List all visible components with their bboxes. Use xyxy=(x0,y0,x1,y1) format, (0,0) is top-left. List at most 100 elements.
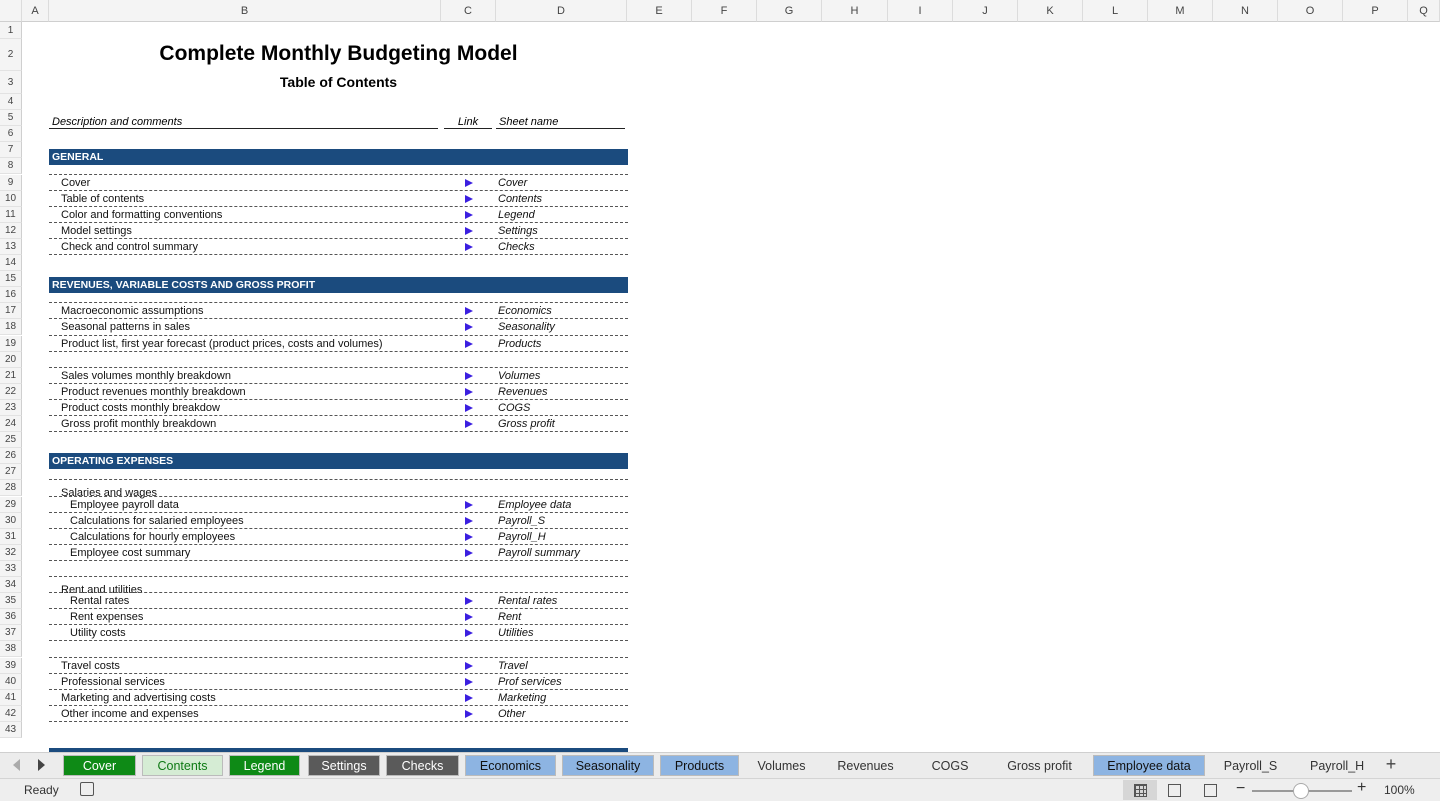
toc-item-sheet-name[interactable]: Gross profit xyxy=(498,418,555,430)
zoom-slider-handle[interactable] xyxy=(1293,783,1309,799)
toc-item-sheet-name[interactable]: Payroll_S xyxy=(498,515,545,527)
sheet-tab[interactable]: Volumes xyxy=(743,755,820,776)
page-layout-icon[interactable] xyxy=(1168,784,1181,797)
row-header[interactable]: 40 xyxy=(0,673,22,690)
column-header[interactable]: P xyxy=(1343,0,1408,22)
column-header[interactable]: G xyxy=(757,0,822,22)
link-arrow-icon[interactable] xyxy=(465,242,473,251)
link-arrow-icon[interactable] xyxy=(465,629,473,638)
toc-item-sheet-name[interactable]: Utilities xyxy=(498,627,533,639)
link-arrow-icon[interactable] xyxy=(465,194,473,203)
row-header[interactable]: 8 xyxy=(0,158,22,175)
link-arrow-icon[interactable] xyxy=(465,387,473,396)
link-arrow-icon[interactable] xyxy=(465,403,473,412)
row-header[interactable]: 10 xyxy=(0,190,22,207)
toc-item-sheet-name[interactable]: Contents xyxy=(498,193,542,205)
link-arrow-icon[interactable] xyxy=(465,226,473,235)
column-header[interactable]: Q xyxy=(1408,0,1440,22)
toc-item-sheet-name[interactable]: Products xyxy=(498,338,541,350)
zoom-in-button[interactable]: + xyxy=(1357,779,1366,797)
sheet-tab[interactable]: Products xyxy=(660,755,739,776)
toc-item-sheet-name[interactable]: Marketing xyxy=(498,692,546,704)
row-header[interactable]: 41 xyxy=(0,689,22,706)
row-header[interactable]: 3 xyxy=(0,71,22,94)
link-arrow-icon[interactable] xyxy=(465,178,473,187)
add-sheet-button[interactable]: + xyxy=(1383,754,1399,775)
row-header[interactable]: 42 xyxy=(0,705,22,722)
row-header[interactable]: 9 xyxy=(0,174,22,191)
sheet-tab[interactable]: Contents xyxy=(142,755,223,776)
column-header[interactable]: E xyxy=(627,0,692,22)
toc-item-sheet-name[interactable]: Volumes xyxy=(498,370,540,382)
link-arrow-icon[interactable] xyxy=(465,548,473,557)
row-header[interactable]: 23 xyxy=(0,399,22,416)
toc-item-sheet-name[interactable]: Legend xyxy=(498,209,535,221)
column-header[interactable]: K xyxy=(1018,0,1083,22)
link-arrow-icon[interactable] xyxy=(465,516,473,525)
row-header[interactable]: 20 xyxy=(0,351,22,368)
row-header[interactable]: 27 xyxy=(0,464,22,481)
row-header[interactable]: 24 xyxy=(0,416,22,433)
link-arrow-icon[interactable] xyxy=(465,210,473,219)
toc-item-sheet-name[interactable]: Employee data xyxy=(498,499,571,511)
sheet-tab[interactable]: Legend xyxy=(229,755,300,776)
scroll-tabs-right-icon[interactable] xyxy=(38,759,45,771)
toc-item-sheet-name[interactable]: Economics xyxy=(498,305,552,317)
sheet-tab[interactable]: COGS xyxy=(911,755,989,776)
sheet-tab[interactable]: Cover xyxy=(63,755,136,776)
sheet-tab[interactable]: Checks xyxy=(386,755,459,776)
toc-item-sheet-name[interactable]: Other xyxy=(498,708,526,720)
row-header[interactable]: 1 xyxy=(0,22,22,39)
row-header[interactable]: 13 xyxy=(0,238,22,255)
toc-item-sheet-name[interactable]: Travel xyxy=(498,660,528,672)
row-header[interactable]: 35 xyxy=(0,593,22,610)
link-arrow-icon[interactable] xyxy=(465,613,473,622)
row-header[interactable]: 21 xyxy=(0,367,22,384)
row-header[interactable]: 6 xyxy=(0,126,22,143)
column-header[interactable]: L xyxy=(1083,0,1148,22)
column-header[interactable]: C xyxy=(441,0,496,22)
link-arrow-icon[interactable] xyxy=(465,420,473,428)
column-header[interactable]: M xyxy=(1148,0,1213,22)
toc-item-sheet-name[interactable]: Seasonality xyxy=(498,321,555,333)
sheet-tab[interactable]: Payroll_S xyxy=(1210,755,1291,776)
toc-item-sheet-name[interactable]: Revenues xyxy=(498,386,548,398)
column-header[interactable]: D xyxy=(496,0,627,22)
sheet-tab[interactable]: Economics xyxy=(465,755,556,776)
row-header[interactable]: 25 xyxy=(0,432,22,449)
row-header[interactable]: 29 xyxy=(0,496,22,513)
toc-item-sheet-name[interactable]: COGS xyxy=(498,402,530,414)
select-all-corner[interactable] xyxy=(0,0,22,22)
row-header[interactable]: 37 xyxy=(0,625,22,642)
link-arrow-icon[interactable] xyxy=(465,371,473,380)
page-break-icon[interactable] xyxy=(1204,784,1217,797)
row-header[interactable]: 36 xyxy=(0,609,22,626)
row-header[interactable]: 14 xyxy=(0,255,22,272)
sheet-tab[interactable]: Payroll_H xyxy=(1294,755,1371,776)
sheet-tab[interactable]: Revenues xyxy=(823,755,908,776)
row-header[interactable]: 7 xyxy=(0,142,22,159)
zoom-out-button[interactable]: − xyxy=(1236,780,1245,798)
column-header[interactable]: O xyxy=(1278,0,1343,22)
row-header[interactable]: 31 xyxy=(0,528,22,545)
sheet-tab[interactable]: Settings xyxy=(308,755,380,776)
column-header[interactable]: F xyxy=(692,0,757,22)
row-header[interactable]: 38 xyxy=(0,641,22,658)
worksheet[interactable]: ABCDEFGHIJKLMNOPQ 1 2 3 4 5 6 7 8 9 10 11 12 13 14 15 1… xyxy=(0,0,1440,752)
toc-item-sheet-name[interactable]: Checks xyxy=(498,241,535,253)
accessibility-icon[interactable] xyxy=(80,782,94,796)
link-arrow-icon[interactable] xyxy=(465,500,473,509)
row-header[interactable]: 18 xyxy=(0,319,22,336)
row-header[interactable]: 30 xyxy=(0,512,22,529)
toc-item-sheet-name[interactable]: Settings xyxy=(498,225,538,237)
link-arrow-icon[interactable] xyxy=(465,709,473,718)
row-header[interactable]: 17 xyxy=(0,303,22,320)
link-arrow-icon[interactable] xyxy=(465,693,473,702)
row-header[interactable]: 33 xyxy=(0,560,22,577)
row-header[interactable]: 12 xyxy=(0,222,22,239)
toc-item-sheet-name[interactable]: Rental rates xyxy=(498,595,557,607)
sheet-tab[interactable]: Seasonality xyxy=(562,755,654,776)
row-header[interactable]: 11 xyxy=(0,206,22,223)
scroll-tabs-left-icon[interactable] xyxy=(13,759,20,771)
sheet-tab[interactable]: Gross profit xyxy=(992,755,1087,776)
